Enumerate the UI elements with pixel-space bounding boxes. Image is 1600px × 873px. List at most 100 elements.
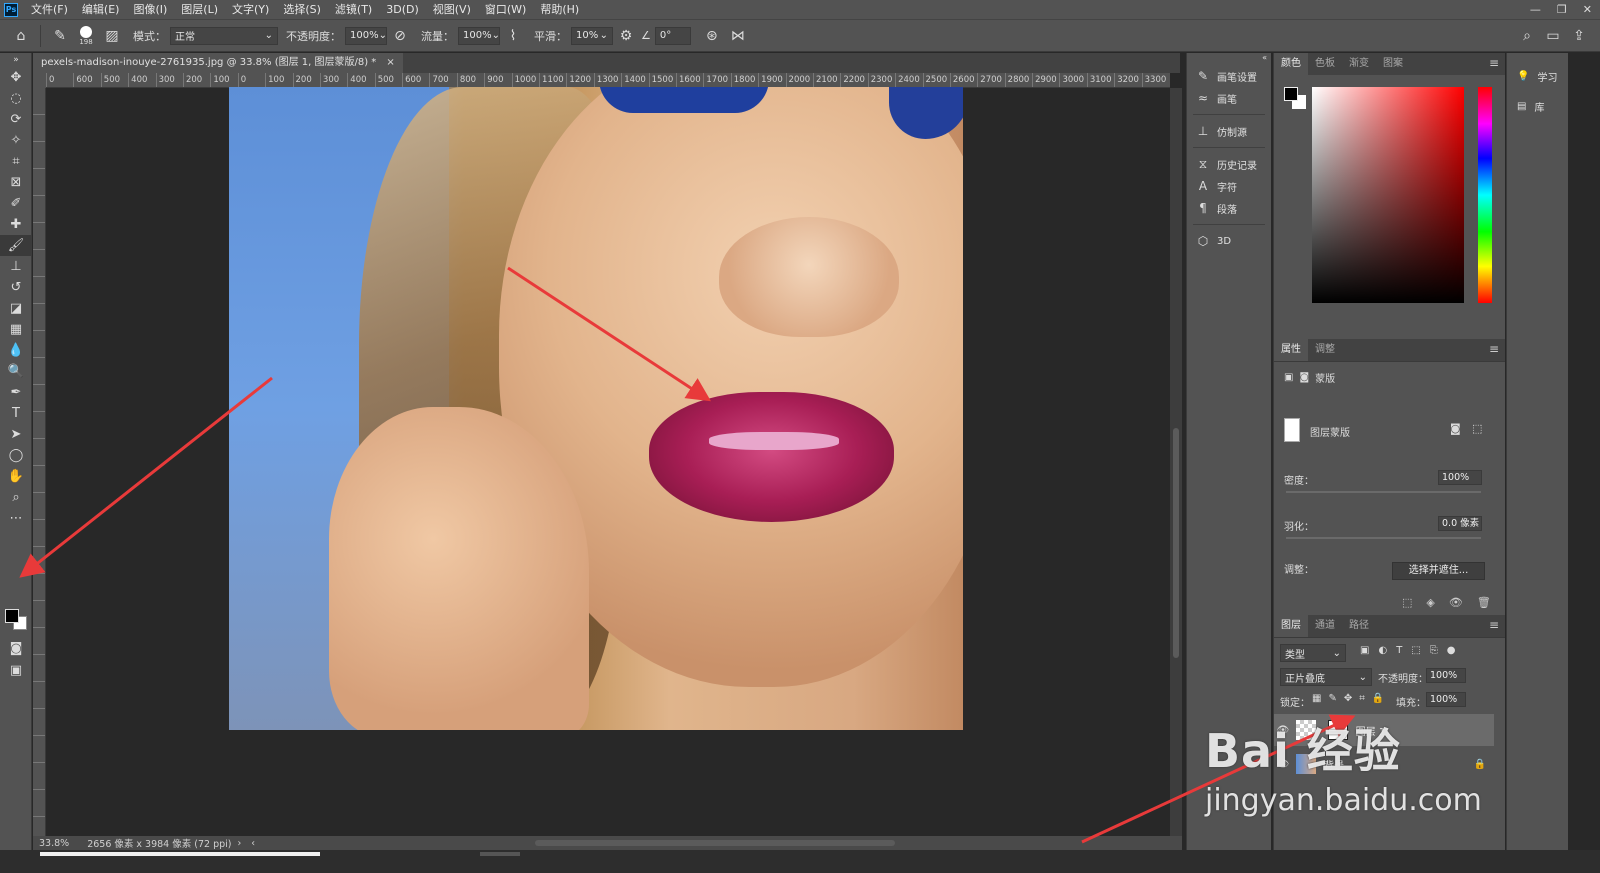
filter-smart-object-icon[interactable]: ⎘ [1430, 645, 1438, 656]
symmetry-icon[interactable]: ⋈ [725, 23, 751, 49]
scrollbar-thumb[interactable] [1173, 428, 1179, 658]
hue-slider[interactable] [1478, 87, 1492, 303]
lock-pixels-icon[interactable]: ✎ [1328, 693, 1336, 704]
type-tool-icon[interactable]: T [0, 403, 32, 424]
dock-character[interactable]: A 字符 [1187, 175, 1271, 197]
brush-preset-picker[interactable]: 198 [73, 23, 99, 49]
pen-tool-icon[interactable]: ✒ [0, 382, 32, 403]
dock-brush-settings[interactable]: ✎ 画笔设置 [1187, 65, 1271, 87]
workspace-icon[interactable]: ▭ [1540, 23, 1566, 49]
brush-settings-icon[interactable]: ▨ [99, 23, 125, 49]
tab-paths[interactable]: 路径 [1342, 615, 1376, 637]
menu-3d[interactable]: 3D(D) [379, 0, 426, 19]
panel-menu-icon[interactable]: ≡ [1489, 342, 1499, 356]
lasso-tool-icon[interactable]: ⟳ [0, 109, 32, 130]
feather-slider[interactable] [1286, 537, 1481, 539]
move-tool-icon[interactable]: ✥ [0, 67, 32, 88]
filter-adjustment-icon[interactable]: ◐ [1378, 645, 1387, 656]
search-icon[interactable]: ⌕ [1514, 23, 1540, 49]
add-pixel-mask-icon[interactable]: ◙ [1450, 422, 1461, 435]
load-selection-icon[interactable]: ⬚ [1402, 596, 1412, 609]
lock-position-icon[interactable]: ✥ [1344, 693, 1352, 704]
add-vector-mask-icon[interactable]: ⬚ [1472, 422, 1482, 435]
zoom-tool-icon[interactable]: ⌕ [0, 487, 32, 508]
tab-swatches[interactable]: 色板 [1308, 53, 1342, 75]
pressure-size-icon[interactable]: ⊛ [699, 23, 725, 49]
airbrush-icon[interactable]: ⌇ [500, 23, 526, 49]
select-and-mask-button[interactable]: 选择并遮住... [1392, 562, 1485, 580]
path-select-tool-icon[interactable]: ➤ [0, 424, 32, 445]
restore-icon[interactable]: ❐ [1557, 3, 1567, 16]
close-icon[interactable]: ✕ [1583, 3, 1592, 16]
close-tab-icon[interactable]: × [386, 53, 394, 73]
dock-paragraph[interactable]: ¶ 段落 [1187, 197, 1271, 219]
lock-all-icon[interactable]: 🔒 [1372, 693, 1384, 704]
pressure-opacity-icon[interactable]: ⊘ [387, 23, 413, 49]
blend-mode-select[interactable]: 正片叠底 ⌄ [1280, 668, 1372, 686]
gradient-tool-icon[interactable]: ▦ [0, 319, 32, 340]
chevron-right-icon[interactable]: › [237, 838, 241, 849]
menu-image[interactable]: 图像(I) [126, 0, 174, 19]
horizontal-scroll-thumb[interactable] [535, 840, 896, 846]
lock-transparent-icon[interactable]: ▦ [1312, 693, 1321, 704]
marquee-tool-icon[interactable]: ◌ [0, 88, 32, 109]
filter-shape-icon[interactable]: ⬚ [1411, 645, 1420, 656]
trash-icon[interactable]: 🗑 [1477, 596, 1491, 609]
tab-adjustments[interactable]: 调整 [1308, 339, 1342, 361]
menu-view[interactable]: 视图(V) [426, 0, 478, 19]
history-brush-tool-icon[interactable]: ↺ [0, 277, 32, 298]
quick-select-tool-icon[interactable]: ✧ [0, 130, 32, 151]
panel-menu-icon[interactable]: ≡ [1489, 618, 1499, 632]
menu-window[interactable]: 窗口(W) [478, 0, 533, 19]
eyedropper-tool-icon[interactable]: ✐ [0, 193, 32, 214]
collapse-icon[interactable]: » [0, 53, 32, 67]
layer-opacity-field[interactable]: 100% [1426, 668, 1466, 683]
eraser-tool-icon[interactable]: ◪ [0, 298, 32, 319]
quick-mask-icon[interactable]: ◙ [0, 638, 32, 659]
density-slider[interactable] [1286, 491, 1481, 493]
crop-tool-icon[interactable]: ⌗ [0, 151, 32, 172]
lock-artboard-icon[interactable]: ⌗ [1359, 693, 1365, 704]
layer-filter-select[interactable]: 类型 ⌄ [1280, 644, 1346, 662]
document-tab[interactable]: pexels-madison-inouye-2761935.jpg @ 33.8… [33, 53, 403, 73]
color-swatches[interactable] [5, 605, 29, 631]
tab-layers[interactable]: 图层 [1274, 615, 1308, 637]
share-icon[interactable]: ⇪ [1566, 23, 1592, 49]
menu-type[interactable]: 文字(Y) [225, 0, 276, 19]
home-icon[interactable]: ⌂ [8, 23, 34, 49]
menu-layer[interactable]: 图层(L) [174, 0, 225, 19]
foreground-color-swatch[interactable] [1284, 87, 1298, 101]
collapse-icon[interactable]: « [1187, 53, 1271, 62]
angle-field[interactable]: 0° [654, 26, 691, 45]
menu-edit[interactable]: 编辑(E) [75, 0, 127, 19]
dodge-tool-icon[interactable]: 🔍 [0, 361, 32, 382]
document-image[interactable] [229, 87, 963, 730]
dock-brushes[interactable]: ≈ 画笔 [1187, 87, 1271, 109]
dock-3d[interactable]: ⬡ 3D [1187, 230, 1271, 252]
flow-field[interactable]: 100% ⌄ [458, 26, 500, 45]
screen-mode-icon[interactable]: ▣ [0, 660, 32, 681]
apply-mask-icon[interactable]: ◈ [1426, 596, 1434, 609]
color-picker-field[interactable] [1312, 87, 1464, 303]
hand-tool-icon[interactable]: ✋ [0, 466, 32, 487]
zoom-level[interactable]: 33.8% [39, 838, 69, 849]
more-tools-icon[interactable]: ⋯ [0, 508, 32, 529]
dock-history[interactable]: ⧖ 历史记录 [1187, 153, 1271, 175]
menu-select[interactable]: 选择(S) [276, 0, 328, 19]
tab-color[interactable]: 颜色 [1274, 53, 1308, 75]
dock-clone-source[interactable]: ⊥ 仿制源 [1187, 120, 1271, 142]
tab-properties[interactable]: 属性 [1274, 339, 1308, 361]
shape-tool-icon[interactable]: ◯ [0, 445, 32, 466]
vertical-scrollbar[interactable] [1170, 88, 1182, 836]
tab-patterns[interactable]: 图案 [1376, 53, 1410, 75]
tab-gradients[interactable]: 渐变 [1342, 53, 1376, 75]
minimize-icon[interactable]: — [1530, 3, 1541, 16]
smooth-field[interactable]: 10% ⌄ [571, 26, 613, 45]
frame-tool-icon[interactable]: ⊠ [0, 172, 32, 193]
learn-button[interactable]: 💡 学习 [1507, 61, 1568, 91]
brush-tool-icon[interactable]: 🖌 [0, 235, 32, 256]
eye-icon[interactable]: 👁 [1449, 596, 1463, 609]
clone-stamp-tool-icon[interactable]: ⊥ [0, 256, 32, 277]
menu-help[interactable]: 帮助(H) [533, 0, 586, 19]
fill-field[interactable]: 100% [1426, 692, 1466, 707]
